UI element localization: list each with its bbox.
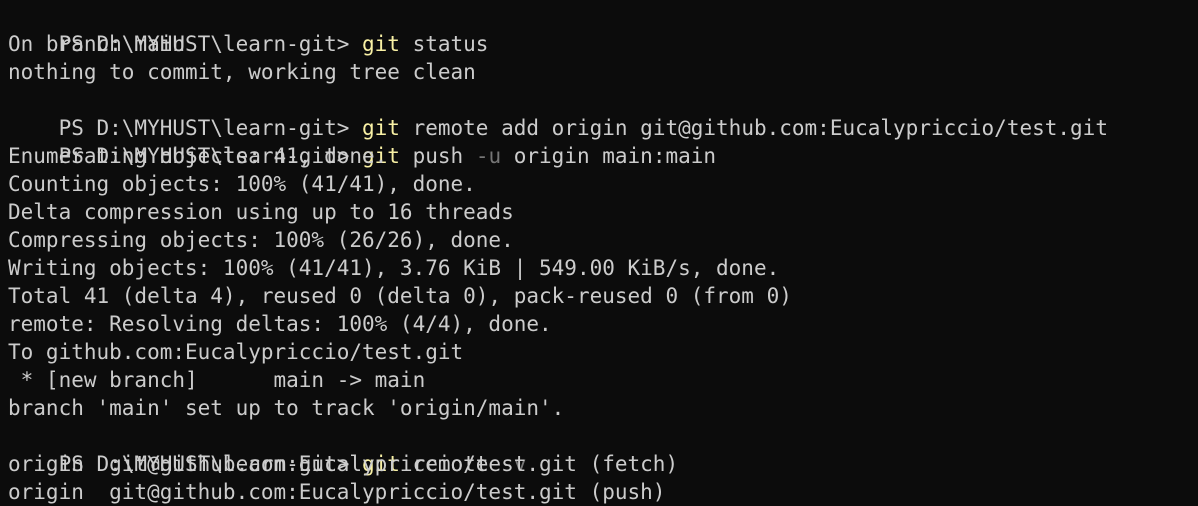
output-line: origin git@github.com:Eucalypriccio/test… [8, 480, 666, 504]
command-line: PS D:\MYHUST\learn-git> git status [8, 2, 1198, 56]
output-line: origin git@github.com:Eucalypriccio/test… [8, 452, 679, 476]
output-line: Writing objects: 100% (41/41), 3.76 KiB … [8, 256, 780, 280]
command-args: status [399, 32, 489, 56]
output-line: Total 41 (delta 4), reused 0 (delta 0), … [8, 284, 792, 308]
command-args: push [399, 144, 476, 168]
terminal-window[interactable]: PS D:\MYHUST\learn-git> git status On br… [0, 0, 1198, 506]
output-line: branch 'main' set up to track 'origin/ma… [8, 396, 565, 420]
output-line: Counting objects: 100% (41/41), done. [8, 172, 476, 196]
output-line: To github.com:Eucalypriccio/test.git [8, 340, 464, 364]
output-line: Delta compression using up to 16 threads [8, 200, 514, 224]
prompt: PS D:\MYHUST\learn-git> [58, 116, 363, 140]
command-flag: -u [475, 144, 502, 168]
command-name: git [362, 116, 400, 140]
command-name: git [362, 32, 400, 56]
output-line: remote: Resolving deltas: 100% (4/4), do… [8, 312, 552, 336]
command-line: PS D:\MYHUST\learn-git> git remote -v [8, 422, 1198, 476]
output-line: Compressing objects: 100% (26/26), done. [8, 228, 514, 252]
command-line: PS D:\MYHUST\learn-git> git remote add o… [8, 86, 1198, 140]
command-args: origin main:main [501, 144, 717, 168]
command-args: remote add origin git@github.com:Eucalyp… [399, 116, 1108, 140]
output-line: * [new branch] main -> main [8, 368, 426, 392]
output-line: nothing to commit, working tree clean [8, 60, 476, 84]
